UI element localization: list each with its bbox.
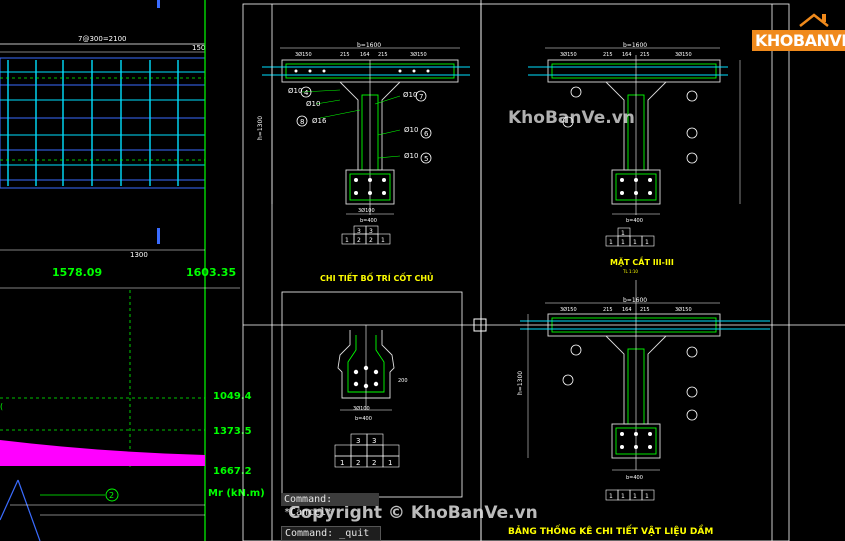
section-title-right: MẶT CẮT III-III	[610, 255, 674, 267]
bottom-title: BẢNG THỐNG KÊ CHI TIẾT VẬT LIỆU DẦM	[508, 524, 713, 537]
svg-text:h=1300: h=1300	[517, 371, 524, 395]
svg-text:7: 7	[419, 93, 423, 101]
svg-text:1: 1	[633, 239, 637, 246]
svg-text:200: 200	[398, 378, 408, 384]
svg-text:2: 2	[369, 237, 373, 244]
svg-text:b=400: b=400	[355, 416, 372, 422]
svg-text:3Ø150: 3Ø150	[675, 306, 692, 313]
marker-2: 2	[109, 491, 114, 500]
svg-text:3Ø100: 3Ø100	[353, 405, 370, 412]
svg-text:2: 2	[357, 237, 361, 244]
elevation-grid	[0, 71, 205, 181]
svg-text:b=1600: b=1600	[357, 42, 381, 49]
svg-text:1: 1	[621, 239, 625, 246]
command-history: Command: *Cancel*	[281, 493, 379, 518]
sheet-frame	[242, 0, 845, 541]
svg-text:b=400: b=400	[626, 475, 643, 481]
svg-text:Ø16: Ø16	[312, 117, 327, 125]
svg-text:b=400: b=400	[626, 218, 643, 224]
dim-1300-label: 1300	[130, 251, 148, 259]
svg-text:4: 4	[304, 89, 309, 97]
moment-axis-label: Mr (kN.m)	[208, 488, 265, 499]
svg-text:3: 3	[372, 437, 376, 445]
section-bottom-left: 200 3Ø100 b=400 3 3 1 2 2 1	[334, 325, 408, 468]
svg-text:3Ø150: 3Ø150	[560, 51, 577, 58]
logo-wordmark: KHOBANVE	[752, 30, 845, 51]
svg-text:2: 2	[372, 459, 376, 467]
dim-150-label: 150	[192, 44, 205, 52]
section-top-left: b=1600 3Ø150 215 164 215 3Ø150 Ø10 Ø10 Ø…	[257, 42, 470, 283]
elevation-stirrups	[7, 60, 179, 186]
svg-text:2: 2	[356, 459, 360, 467]
svg-text:1: 1	[609, 493, 613, 500]
khobanve-logo: KHOBANVE	[750, 12, 845, 52]
svg-text:1: 1	[345, 237, 349, 244]
svg-text:1: 1	[621, 230, 625, 237]
cad-drawing-canvas[interactable]: 7@300=2100 150 1300 1578.09 1603.35 1049…	[0, 0, 845, 541]
svg-text:215: 215	[603, 52, 613, 58]
svg-text:b=400: b=400	[360, 218, 377, 224]
svg-text:1: 1	[609, 239, 613, 246]
left-panel: 7@300=2100 150 1300 1578.09 1603.35 1049…	[0, 0, 265, 541]
svg-text:Ø10: Ø10	[404, 126, 418, 134]
svg-text:6: 6	[424, 130, 429, 138]
svg-text:Ø10: Ø10	[404, 152, 418, 160]
section-bottom-right: b=1600 3Ø150 215 164 215 3Ø150 h=1300 b=…	[508, 280, 770, 537]
crosshair-cursor	[243, 0, 845, 541]
svg-text:3Ø150: 3Ø150	[560, 306, 577, 313]
svg-text:b=1600: b=1600	[623, 42, 647, 49]
value-1667: 1667.2	[213, 466, 252, 477]
svg-text:1: 1	[340, 459, 344, 467]
svg-text:3Ø100: 3Ø100	[358, 207, 375, 214]
svg-text:215: 215	[640, 52, 650, 58]
value-1049: 1049.4	[213, 391, 252, 402]
svg-text:Ø10: Ø10	[288, 87, 302, 95]
svg-text:1: 1	[645, 239, 649, 246]
svg-text:8: 8	[300, 118, 304, 126]
svg-text:1: 1	[645, 493, 649, 500]
moment-area	[0, 440, 205, 466]
svg-text:3: 3	[357, 228, 361, 235]
svg-text:215: 215	[640, 307, 650, 313]
value-1603: 1603.35	[186, 266, 236, 279]
section-top-right: b=1600 3Ø150 215 164 215 3Ø150 b=400 1 1…	[528, 42, 741, 274]
svg-text:Ø10: Ø10	[403, 91, 417, 99]
svg-text:3Ø150: 3Ø150	[295, 51, 312, 58]
svg-text:215: 215	[378, 52, 388, 58]
svg-text:5: 5	[424, 155, 428, 163]
svg-text:215: 215	[603, 307, 613, 313]
command-input[interactable]: Command: _quit	[281, 526, 381, 541]
svg-text:3Ø150: 3Ø150	[675, 51, 692, 58]
svg-text:3: 3	[356, 437, 360, 445]
value-1578: 1578.09	[52, 266, 102, 279]
watermark-site: KhoBanVe.vn	[508, 108, 635, 128]
svg-text:3Ø150: 3Ø150	[410, 51, 427, 58]
svg-text:164: 164	[622, 307, 632, 313]
svg-text:1: 1	[621, 493, 625, 500]
svg-text:h=1300: h=1300	[257, 116, 264, 140]
svg-text:(: (	[0, 402, 3, 411]
svg-text:Ø10: Ø10	[306, 100, 320, 108]
dim-top-label: 7@300=2100	[78, 35, 127, 43]
value-1373: 1373.5	[213, 426, 252, 437]
svg-text:TL 1:10: TL 1:10	[622, 269, 638, 274]
elevation-dashed	[0, 77, 205, 161]
section-title-left: CHI TIẾT BỐ TRÍ CỐT CHỦ	[320, 271, 434, 283]
svg-text:164: 164	[360, 52, 370, 58]
svg-text:1: 1	[381, 237, 385, 244]
svg-text:b=1600: b=1600	[623, 297, 647, 304]
svg-text:1: 1	[633, 493, 637, 500]
svg-text:215: 215	[340, 52, 350, 58]
svg-text:164: 164	[622, 52, 632, 58]
svg-text:1: 1	[388, 459, 392, 467]
svg-text:3: 3	[369, 228, 373, 235]
